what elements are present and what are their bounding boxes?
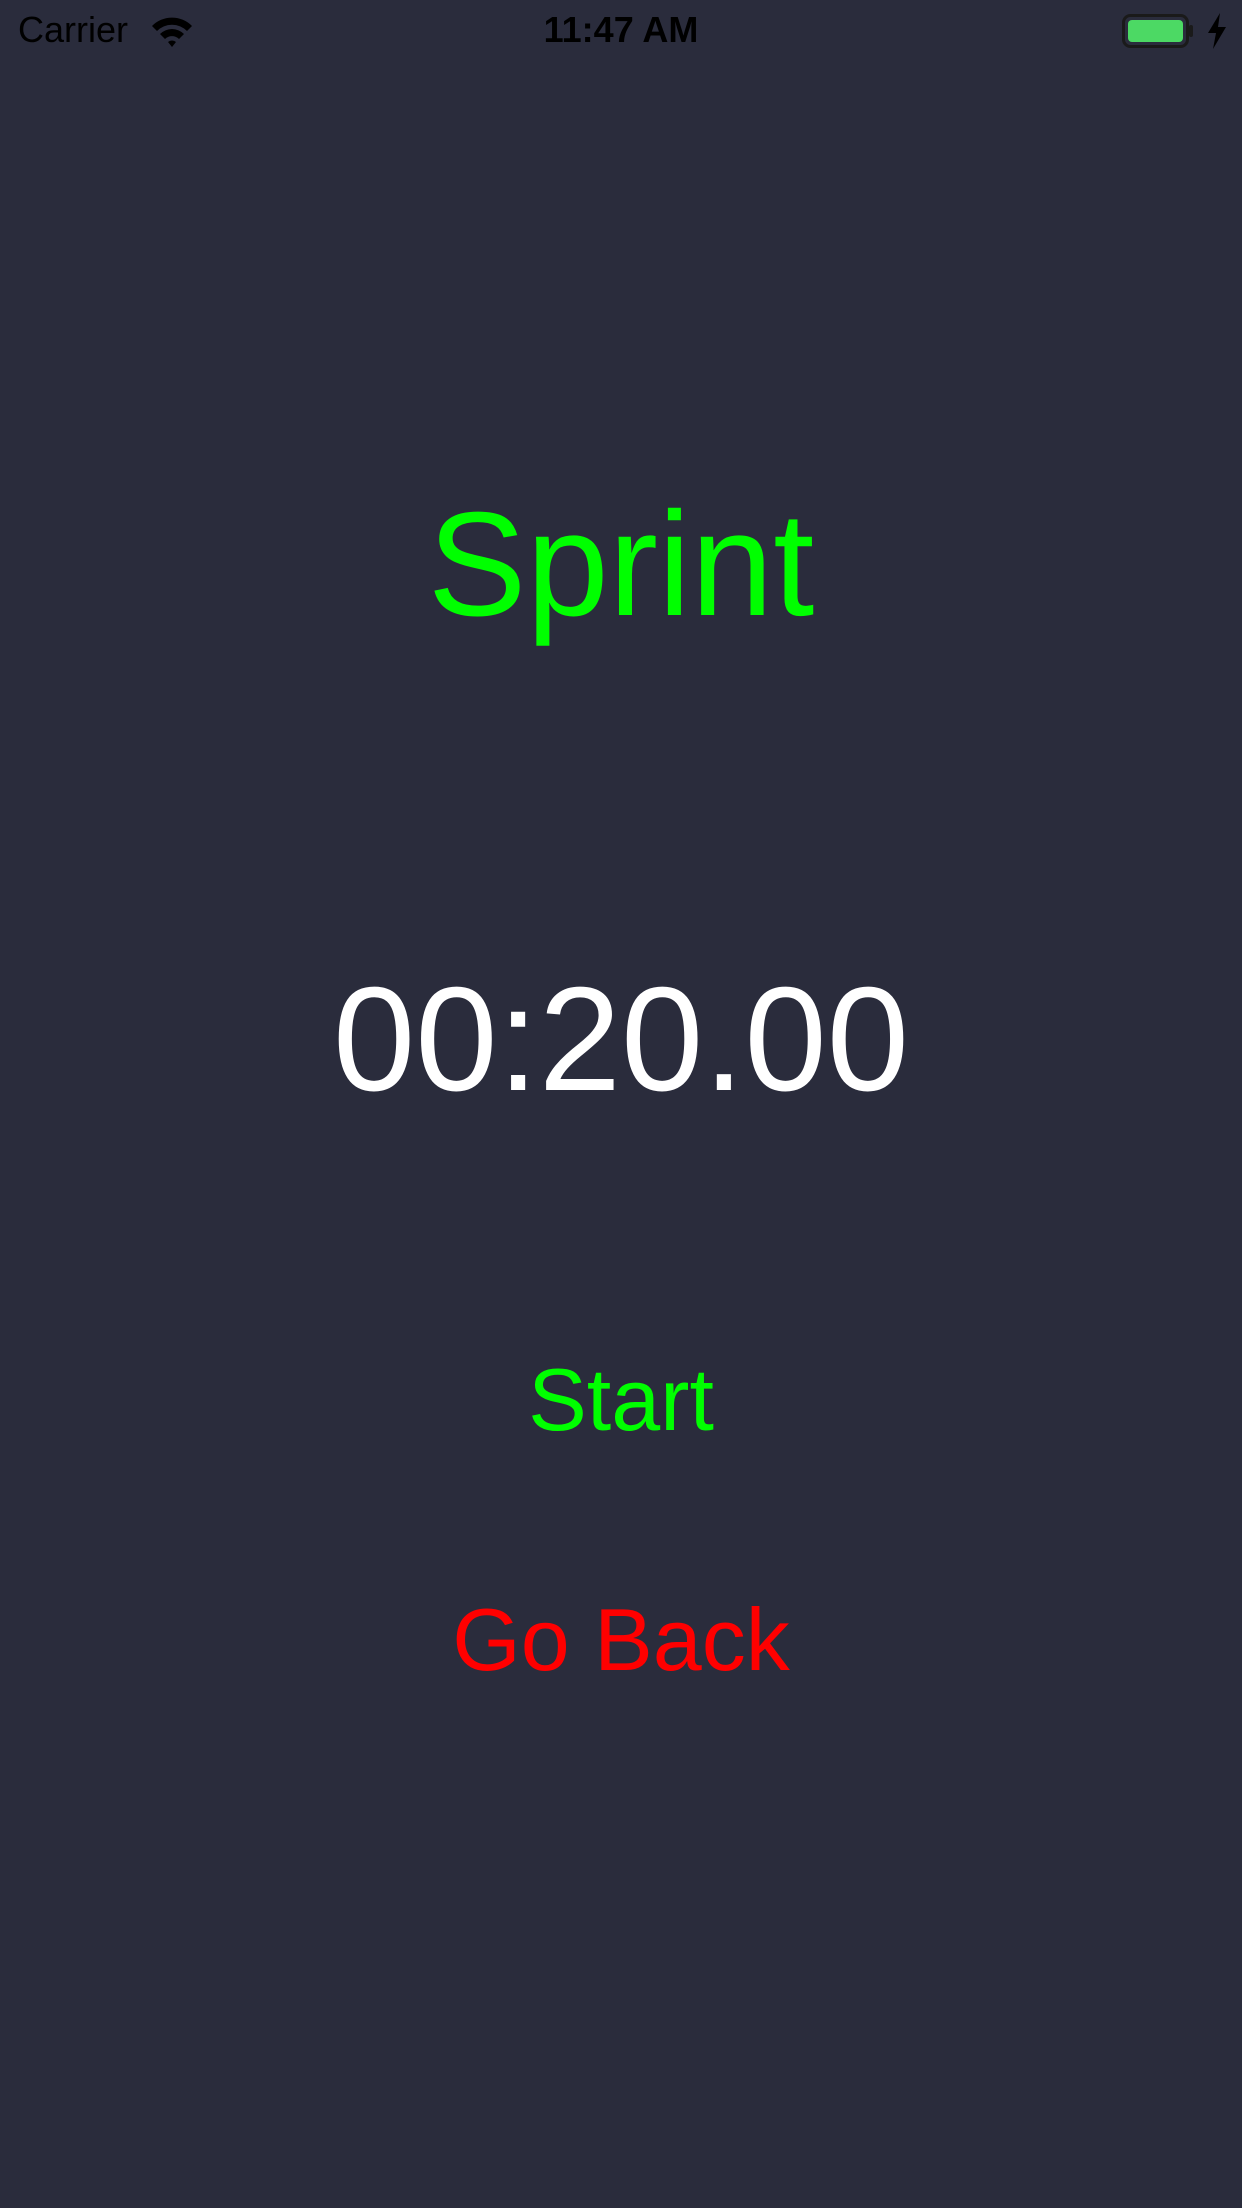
battery-icon bbox=[1122, 14, 1194, 48]
start-button[interactable]: Start bbox=[471, 1350, 771, 1450]
go-back-button[interactable]: Go Back bbox=[421, 1590, 821, 1690]
page-title: Sprint bbox=[427, 482, 815, 647]
status-bar: Carrier 11:47 AM bbox=[0, 0, 1242, 60]
charging-bolt-icon bbox=[1206, 12, 1228, 50]
timer-display: 00:20.00 bbox=[332, 957, 910, 1122]
status-time: 11:47 AM bbox=[543, 9, 699, 50]
